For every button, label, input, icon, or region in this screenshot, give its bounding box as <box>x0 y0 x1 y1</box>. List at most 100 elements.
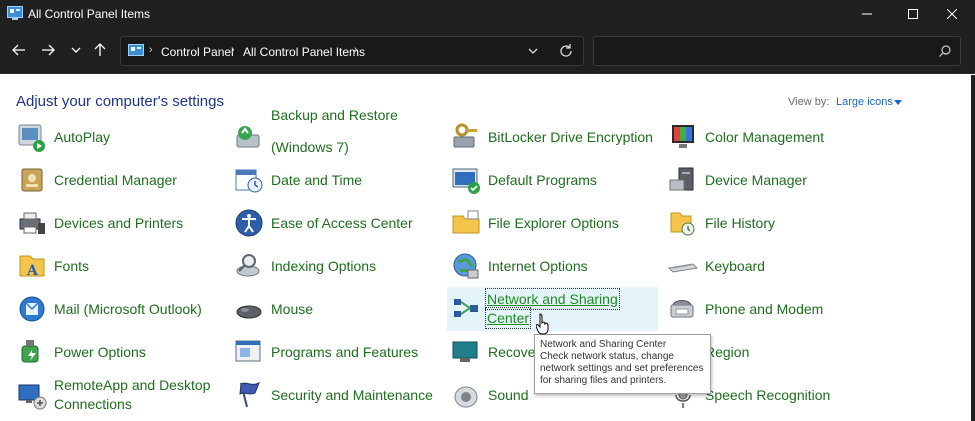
folder-options-icon <box>452 210 480 234</box>
content-pane: Adjust your computer's settings View by:… <box>0 75 975 421</box>
item-label[interactable]: BitLocker Drive Encryption <box>488 128 653 146</box>
item-autoplay[interactable]: AutoPlay <box>16 117 226 157</box>
item-mail[interactable]: Mail (Microsoft Outlook) <box>16 289 226 329</box>
maximize-icon <box>908 9 918 19</box>
item-label[interactable]: Phone and Modem <box>705 300 823 318</box>
close-button[interactable] <box>929 0 975 28</box>
item-label[interactable]: Internet Options <box>488 257 588 275</box>
window-edge <box>971 75 975 421</box>
forward-button[interactable] <box>38 40 58 60</box>
breadcrumb-control-panel[interactable]: Control Panel <box>161 45 234 59</box>
power-options-icon <box>21 340 39 363</box>
arrow-up-icon <box>94 43 106 56</box>
item-device-manager[interactable]: Device Manager <box>667 160 877 200</box>
item-label[interactable]: Credential Manager <box>54 171 177 189</box>
item-mouse[interactable]: Mouse <box>233 289 443 329</box>
autoplay-icon <box>18 124 45 152</box>
item-label[interactable]: Region <box>705 343 749 361</box>
item-label[interactable]: Date and Time <box>271 171 362 189</box>
item-label[interactable]: Center <box>484 307 532 329</box>
item-label[interactable]: Sound <box>488 386 528 404</box>
item-label[interactable]: Mouse <box>271 300 313 318</box>
up-button[interactable] <box>90 40 110 60</box>
breadcrumb-separator[interactable]: › <box>149 44 153 56</box>
item-label[interactable]: Network and Sharing <box>485 288 620 310</box>
item-label[interactable]: File Explorer Options <box>488 214 619 232</box>
remoteapp-icon <box>18 384 47 410</box>
item-label[interactable]: AutoPlay <box>54 128 110 146</box>
item-internet-options[interactable]: Internet Options <box>450 246 660 286</box>
item-label[interactable]: File History <box>705 214 775 232</box>
item-label[interactable]: Ease of Access Center <box>271 214 413 232</box>
item-label[interactable]: Fonts <box>54 257 89 275</box>
item-keyboard[interactable]: Keyboard <box>667 246 877 286</box>
item-date-time[interactable]: Date and Time <box>233 160 443 200</box>
keyboard-icon <box>667 263 699 273</box>
svg-text:A: A <box>26 263 39 279</box>
hand-cursor-icon <box>536 313 549 335</box>
item-label[interactable]: Indexing Options <box>271 257 376 275</box>
item-indexing-options[interactable]: Indexing Options <box>233 246 443 286</box>
item-phone-modem[interactable]: Phone and Modem <box>667 289 877 329</box>
item-label[interactable]: Recover <box>488 343 540 361</box>
breadcrumb-all-items[interactable]: All Control Panel Items <box>243 45 365 59</box>
item-label[interactable]: RemoteApp and Desktop <box>54 376 210 394</box>
back-button[interactable] <box>9 40 29 60</box>
item-power-options[interactable]: Power Options <box>16 332 226 372</box>
internet-globe-icon <box>453 253 479 279</box>
speaker-icon <box>454 386 478 408</box>
item-programs-features[interactable]: Programs and Features <box>233 332 443 372</box>
close-icon <box>947 9 957 19</box>
search-icon[interactable] <box>938 44 952 58</box>
item-label[interactable]: Devices and Printers <box>54 214 183 232</box>
item-label[interactable]: Mail (Microsoft Outlook) <box>54 300 202 318</box>
item-label[interactable]: Programs and Features <box>271 343 418 361</box>
title-bar: All Control Panel Items <box>0 0 975 28</box>
search-input[interactable] <box>600 41 930 61</box>
item-backup-restore[interactable]: Backup and Restore (Windows 7) <box>233 107 443 157</box>
chevron-down-icon[interactable] <box>526 44 540 58</box>
network-icon <box>454 299 478 317</box>
breadcrumb-separator[interactable]: › <box>354 44 358 56</box>
item-label[interactable]: Color Management <box>705 128 824 146</box>
arrow-left-icon <box>12 44 25 56</box>
item-devices-printers[interactable]: Devices and Printers <box>16 203 226 243</box>
item-color-management[interactable]: Color Management <box>667 117 877 157</box>
item-label[interactable]: Speech Recognition <box>705 386 830 404</box>
item-security-maintenance[interactable]: Security and Maintenance <box>233 375 443 415</box>
item-label[interactable]: Connections <box>54 395 132 413</box>
item-label[interactable]: Keyboard <box>705 257 765 275</box>
page-title: Adjust your computer's settings <box>16 93 224 110</box>
recent-locations-button[interactable] <box>66 40 86 60</box>
refresh-icon[interactable] <box>558 43 574 59</box>
item-fonts[interactable]: A Fonts <box>16 246 226 286</box>
item-label[interactable]: Power Options <box>54 343 146 361</box>
chevron-down-icon[interactable] <box>894 100 902 105</box>
item-ease-of-access[interactable]: Ease of Access Center <box>233 203 443 243</box>
item-file-history[interactable]: File History <box>667 203 877 243</box>
fonts-icon: A <box>19 255 45 279</box>
mouse-icon <box>236 305 262 319</box>
search-box[interactable] <box>593 36 961 66</box>
programs-features-icon <box>235 340 261 362</box>
item-network-sharing[interactable]: Network and Sharing Center <box>447 287 658 331</box>
item-label[interactable]: Security and Maintenance <box>271 386 433 404</box>
view-by-dropdown[interactable]: Large icons <box>836 96 893 108</box>
item-default-programs[interactable]: Default Programs <box>450 160 660 200</box>
control-panel-icon <box>7 6 23 20</box>
indexing-icon <box>236 254 260 277</box>
item-label[interactable]: Backup and Restore <box>271 106 398 124</box>
address-bar[interactable]: › Control Panel › All Control Panel Item… <box>120 36 584 66</box>
breadcrumb-separator[interactable]: › <box>231 44 235 56</box>
item-label[interactable]: Default Programs <box>488 171 597 189</box>
chevron-down-icon <box>71 47 81 53</box>
recovery-icon <box>452 341 478 362</box>
item-bitlocker[interactable]: BitLocker Drive Encryption <box>450 117 660 157</box>
minimize-button[interactable] <box>844 0 890 28</box>
item-label[interactable]: Device Manager <box>705 171 807 189</box>
item-remoteapp[interactable]: RemoteApp and Desktop Connections <box>16 375 226 415</box>
tooltip: Network and Sharing Center Check network… <box>534 334 711 394</box>
item-label[interactable]: (Windows 7) <box>271 138 349 156</box>
item-credential-manager[interactable]: Credential Manager <box>16 160 226 200</box>
item-file-explorer-options[interactable]: File Explorer Options <box>450 203 660 243</box>
